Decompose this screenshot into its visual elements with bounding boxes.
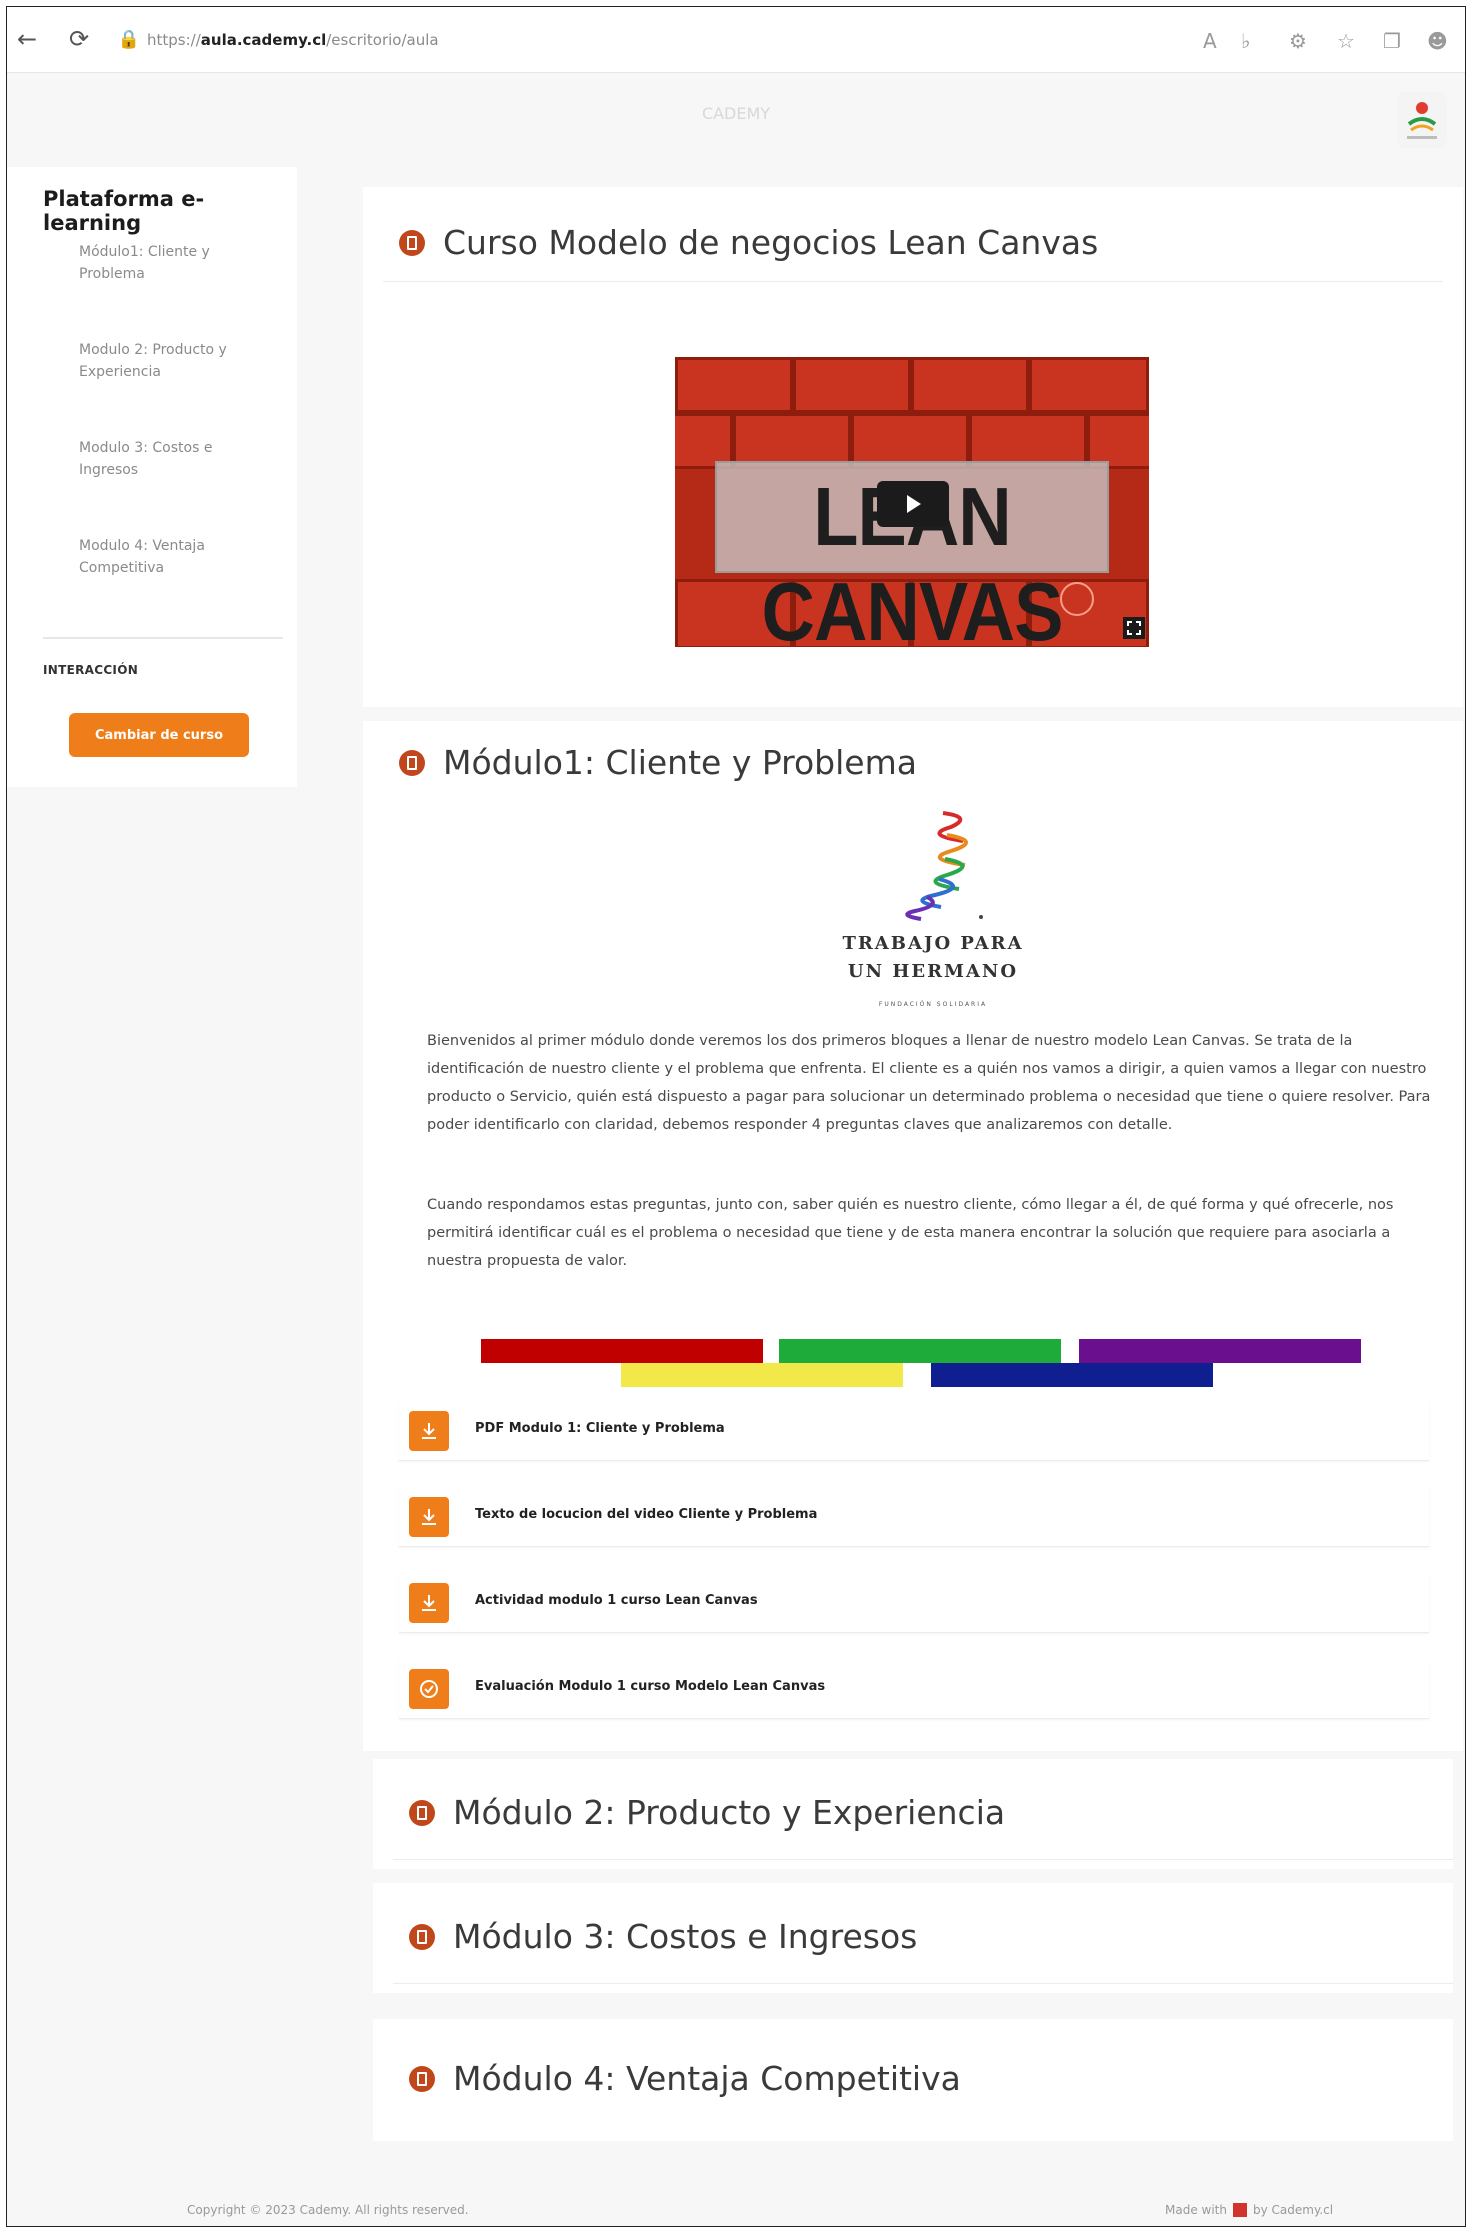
change-course-button[interactable]: Cambiar de curso	[69, 713, 249, 757]
module1-paragraph-2: Cuando respondamos estas preguntas, junt…	[427, 1197, 1394, 1269]
module1-title: Módulo1: Cliente y Problema	[443, 743, 917, 782]
sidebar-item-modulo-4[interactable]: Modulo 4: Ventaja Competitiva	[79, 535, 229, 579]
resource-label[interactable]: Evaluación Modulo 1 curso Modelo Lean Ca…	[475, 1679, 825, 1694]
profile-icon[interactable]: ☻	[1427, 29, 1448, 53]
module2-title[interactable]: Módulo 2: Producto y Experiencia	[453, 1793, 1005, 1832]
book-icon	[409, 2065, 435, 2092]
footer-copyright: Copyright © 2023 Cademy. All rights rese…	[187, 2203, 469, 2217]
org-name-line1: TRABAJO PARA	[842, 933, 1024, 954]
download-icon[interactable]	[409, 1497, 449, 1537]
play-icon	[907, 495, 921, 513]
module1-card: Módulo1: Cliente y Problema TRABAJO PARA…	[363, 721, 1463, 1751]
footer-credit-post[interactable]: by Cademy.cl	[1253, 2203, 1333, 2217]
org-subtitle: FUNDACIÓN SOLIDARIA	[878, 1001, 988, 1008]
book-icon	[409, 1799, 435, 1826]
site-title: CADEMY	[701, 104, 771, 123]
loading-spinner-icon	[1060, 582, 1094, 616]
sidebar-divider	[43, 637, 283, 639]
browser-toolbar: ← ⟳ 🔒 https://aula.cademy.cl/escritorio/…	[7, 7, 1465, 73]
book-icon	[399, 229, 425, 256]
org-logo: TRABAJO PARA UN HERMANO FUNDACIÓN SOLIDA…	[823, 805, 1043, 1015]
heart-icon	[1232, 2203, 1247, 2217]
decorative-stripe-red	[481, 1339, 763, 1363]
refresh-icon[interactable]: ⟳	[61, 21, 97, 57]
decorative-stripe-green	[779, 1339, 1061, 1363]
sidebar: Plataforma e-learning Módulo1: Cliente y…	[7, 167, 297, 787]
resource-row[interactable]: Actividad modulo 1 curso Lean Canvas	[399, 1573, 1429, 1633]
module4-card[interactable]: Módulo 4: Ventaja Competitiva	[373, 2019, 1453, 2141]
divider	[393, 1859, 1453, 1860]
decorative-stripe-yellow	[621, 1363, 903, 1387]
url-domain: aula.cademy.cl	[200, 31, 327, 49]
org-name-line2: UN HERMANO	[847, 961, 1019, 982]
url-prefix: https://	[147, 31, 201, 49]
decorative-stripe-purple	[1079, 1339, 1361, 1363]
divider	[383, 281, 1443, 282]
aa-text-icon[interactable]: A	[1203, 29, 1217, 53]
brand-logo[interactable]	[1397, 92, 1447, 148]
back-arrow-icon[interactable]: ←	[9, 21, 45, 57]
read-aloud-icon[interactable]: ♭	[1241, 29, 1250, 53]
footer-credit-pre: Made with	[1165, 2203, 1227, 2217]
module3-title[interactable]: Módulo 3: Costos e Ingresos	[453, 1917, 917, 1956]
book-icon	[399, 749, 425, 776]
module2-card[interactable]: Módulo 2: Producto y Experiencia	[373, 1759, 1453, 1869]
favorite-star-icon[interactable]: ☆	[1337, 29, 1355, 53]
module4-title[interactable]: Módulo 4: Ventaja Competitiva	[453, 2059, 961, 2098]
spiral-hand-icon	[905, 811, 983, 921]
download-icon[interactable]	[409, 1583, 449, 1623]
download-icon[interactable]	[409, 1411, 449, 1451]
footer-credit: Made with by Cademy.cl	[1165, 2203, 1333, 2217]
fullscreen-icon	[1127, 621, 1141, 635]
address-bar[interactable]: https://aula.cademy.cl/escritorio/aula	[147, 27, 439, 53]
sidebar-section-label: INTERACCIÓN	[43, 663, 139, 677]
sidebar-title: Plataforma e-learning	[43, 187, 205, 235]
resource-label[interactable]: Texto de locucion del video Cliente y Pr…	[475, 1507, 817, 1522]
module3-card[interactable]: Módulo 3: Costos e Ingresos	[373, 1883, 1453, 1993]
sidebar-item-modulo-3[interactable]: Modulo 3: Costos e Ingresos	[79, 437, 229, 481]
lock-icon[interactable]: 🔒	[111, 21, 147, 57]
resource-label[interactable]: Actividad modulo 1 curso Lean Canvas	[475, 1593, 758, 1608]
check-circle-icon[interactable]	[409, 1669, 449, 1709]
site-header: CADEMY	[7, 74, 1465, 164]
course-intro-card: Curso Modelo de negocios Lean Canvas LEA…	[363, 187, 1463, 707]
decorative-stripe-navy	[931, 1363, 1213, 1387]
book-icon	[409, 1923, 435, 1950]
browser-window: ← ⟳ 🔒 https://aula.cademy.cl/escritorio/…	[6, 6, 1466, 2227]
collections-icon[interactable]: ❐	[1383, 29, 1401, 53]
module1-paragraph-1: Bienvenidos al primer módulo donde verem…	[427, 1033, 1431, 1133]
sidebar-item-modulo-1[interactable]: Módulo1: Cliente y Problema	[79, 241, 229, 285]
resource-label[interactable]: PDF Modulo 1: Cliente y Problema	[475, 1421, 725, 1436]
footer: Copyright © 2023 Cademy. All rights rese…	[7, 2197, 1465, 2226]
course-title: Curso Modelo de negocios Lean Canvas	[443, 223, 1099, 262]
fullscreen-button[interactable]	[1123, 617, 1145, 639]
extensions-icon[interactable]: ⚙	[1289, 29, 1307, 53]
play-button[interactable]	[877, 481, 949, 527]
resource-row[interactable]: Evaluación Modulo 1 curso Modelo Lean Ca…	[399, 1659, 1429, 1719]
divider	[393, 1983, 1453, 1984]
video-player[interactable]: LEAN CANVAS	[675, 357, 1149, 647]
url-path: /escritorio/aula	[326, 31, 439, 49]
resource-row[interactable]: PDF Modulo 1: Cliente y Problema	[399, 1401, 1429, 1461]
sidebar-item-modulo-2[interactable]: Modulo 2: Producto y Experiencia	[79, 339, 229, 383]
resource-row[interactable]: Texto de locucion del video Cliente y Pr…	[399, 1487, 1429, 1547]
